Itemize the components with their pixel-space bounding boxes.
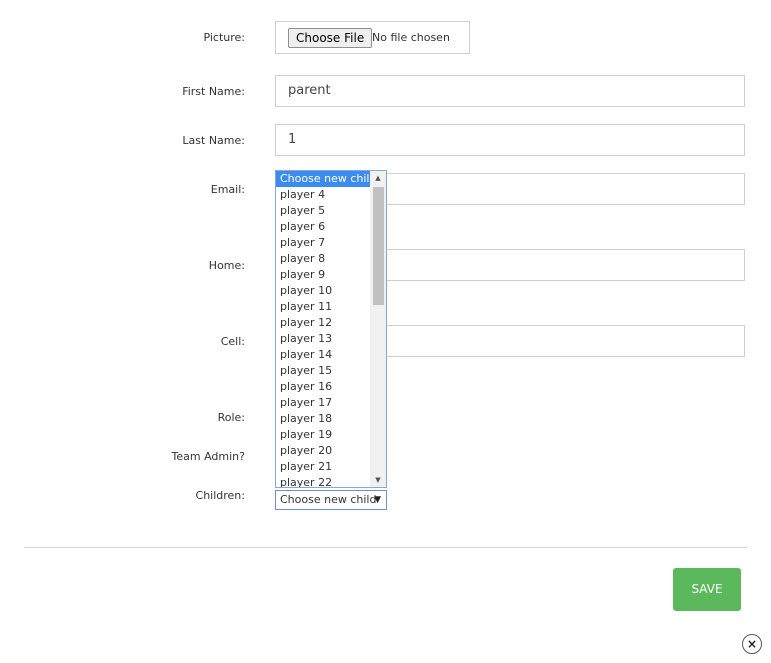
footer-divider [24, 547, 747, 548]
dropdown-option[interactable]: player 21 [276, 459, 370, 475]
last-name-field[interactable]: 1 [275, 124, 745, 156]
dropdown-option[interactable]: player 15 [276, 363, 370, 379]
dropdown-option[interactable]: player 18 [276, 411, 370, 427]
dropdown-option[interactable]: player 19 [276, 427, 370, 443]
children-select[interactable]: Choose new child ▼ [275, 490, 387, 510]
dropdown-option[interactable]: player 17 [276, 395, 370, 411]
dropdown-option[interactable]: player 13 [276, 331, 370, 347]
home-label: Home: [208, 259, 245, 272]
team-admin-label: Team Admin? [171, 450, 245, 463]
close-icon[interactable]: × [742, 634, 762, 654]
first-name-field[interactable]: parent [275, 75, 745, 107]
file-status-text: No file chosen [372, 31, 450, 44]
children-dropdown-list[interactable]: Choose new child player 4 player 5 player 6… [275, 170, 387, 488]
dropdown-option[interactable]: player 9 [276, 267, 370, 283]
save-button[interactable]: SAVE [673, 568, 741, 611]
dropdown-option[interactable]: player 7 [276, 235, 370, 251]
dropdown-option[interactable]: Choose new child [276, 171, 376, 187]
dropdown-option[interactable]: player 10 [276, 283, 370, 299]
scroll-thumb[interactable] [373, 187, 384, 305]
role-label: Role: [217, 411, 245, 424]
dropdown-option[interactable]: player 8 [276, 251, 370, 267]
dropdown-option[interactable]: player 20 [276, 443, 370, 459]
children-label: Children: [195, 489, 245, 502]
dropdown-option[interactable]: player 14 [276, 347, 370, 363]
dropdown-option[interactable]: player 22 [276, 475, 370, 487]
children-select-value: Choose new child [280, 493, 377, 506]
dropdown-option[interactable]: player 6 [276, 219, 370, 235]
dropdown-option[interactable]: player 12 [276, 315, 370, 331]
chevron-down-icon: ▼ [374, 495, 381, 505]
scroll-up-arrow-icon[interactable]: ▲ [370, 171, 386, 185]
last-name-label: Last Name: [182, 134, 245, 147]
dropdown-scrollbar[interactable]: ▲ ▼ [370, 171, 386, 487]
scroll-down-arrow-icon[interactable]: ▼ [370, 473, 386, 487]
first-name-label: First Name: [182, 85, 245, 98]
dropdown-option[interactable]: player 11 [276, 299, 370, 315]
picture-label: Picture: [203, 31, 245, 44]
dropdown-option[interactable]: player 4 [276, 187, 370, 203]
cell-label: Cell: [220, 335, 245, 348]
choose-file-button[interactable]: Choose File [288, 28, 373, 48]
email-label: Email: [210, 183, 245, 196]
picture-file-input[interactable]: Choose File No file chosen [275, 21, 470, 54]
dropdown-option[interactable]: player 5 [276, 203, 370, 219]
dropdown-option[interactable]: player 16 [276, 379, 370, 395]
